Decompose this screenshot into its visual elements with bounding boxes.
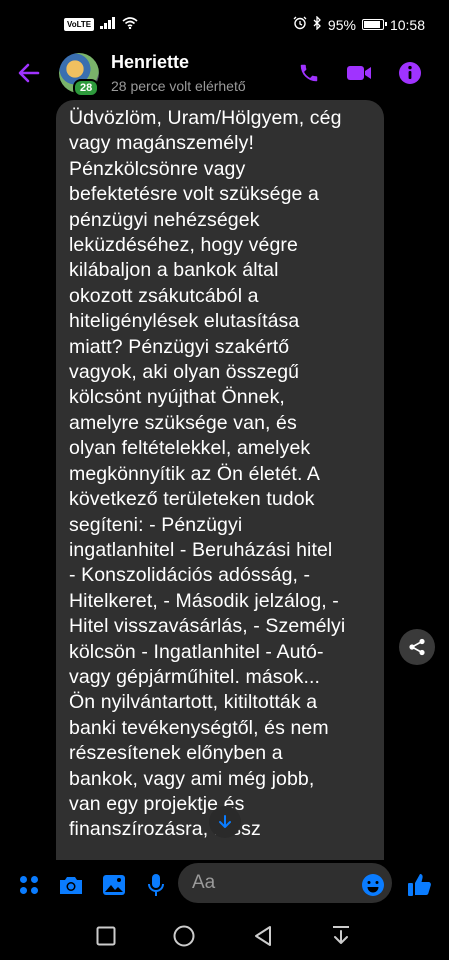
alarm-icon (293, 16, 307, 33)
voice-message-button[interactable] (143, 872, 169, 898)
emoji-icon (362, 874, 384, 896)
back-nav-button[interactable] (251, 924, 275, 948)
info-icon (399, 62, 421, 84)
circle-icon (173, 925, 195, 947)
arrow-down-icon (219, 815, 231, 828)
back-arrow-icon (18, 63, 40, 83)
bluetooth-icon (313, 15, 322, 33)
clock: 10:58 (389, 16, 425, 33)
volte-badge: VoLTE (64, 17, 95, 31)
share-icon (409, 638, 425, 656)
more-actions-button[interactable] (16, 872, 42, 898)
like-button[interactable] (407, 872, 433, 898)
info-button[interactable] (397, 60, 423, 86)
phone-icon (300, 64, 318, 82)
microphone-icon (148, 874, 164, 896)
last-seen-status: 28 perce volt elérhető (111, 78, 246, 94)
voice-call-button[interactable] (296, 60, 322, 86)
share-button[interactable] (399, 629, 435, 665)
home-button[interactable] (172, 924, 196, 948)
battery-fill (363, 21, 381, 28)
four-dots-icon (20, 876, 38, 894)
triangle-back-icon (255, 926, 271, 946)
battery-percent: 95% (327, 16, 356, 33)
status-bar: VoLTE 95% 10:58 (0, 0, 449, 48)
back-button[interactable] (14, 58, 44, 88)
gallery-button[interactable] (101, 872, 127, 898)
image-icon (103, 875, 125, 895)
contact-name[interactable]: Henriette (111, 52, 189, 73)
video-call-button[interactable] (346, 60, 372, 86)
messenger-screen: VoLTE 95% 10:58 28 Henriette 28 perce vo… (0, 0, 449, 960)
camera-button[interactable] (58, 872, 84, 898)
message-composer (0, 860, 449, 908)
status-left: VoLTE (64, 16, 138, 32)
recent-apps-button[interactable] (94, 924, 118, 948)
camera-icon (60, 877, 82, 894)
notification-pull-button[interactable] (329, 924, 353, 948)
system-navigation-bar (0, 910, 449, 960)
signal-icon (100, 16, 116, 32)
avatar-badge: 28 (73, 79, 100, 97)
thumbs-up-icon (408, 874, 431, 896)
emoji-button[interactable] (360, 872, 386, 898)
wifi-icon (122, 16, 138, 32)
chat-header: 28 Henriette 28 perce volt elérhető (0, 48, 449, 98)
status-right: 95% 10:58 (293, 15, 425, 33)
message-text: Üdvözlöm, Uram/Hölgyem, cég vagy magánsz… (69, 107, 346, 841)
scroll-to-bottom-button[interactable] (209, 806, 241, 838)
avatar[interactable]: 28 (59, 53, 100, 97)
message-bubble[interactable]: Üdvözlöm, Uram/Hölgyem, cég vagy magánsz… (56, 100, 384, 860)
square-icon (96, 926, 116, 946)
battery-icon (361, 19, 387, 30)
pull-down-icon (333, 926, 349, 944)
video-camera-icon (347, 66, 371, 80)
